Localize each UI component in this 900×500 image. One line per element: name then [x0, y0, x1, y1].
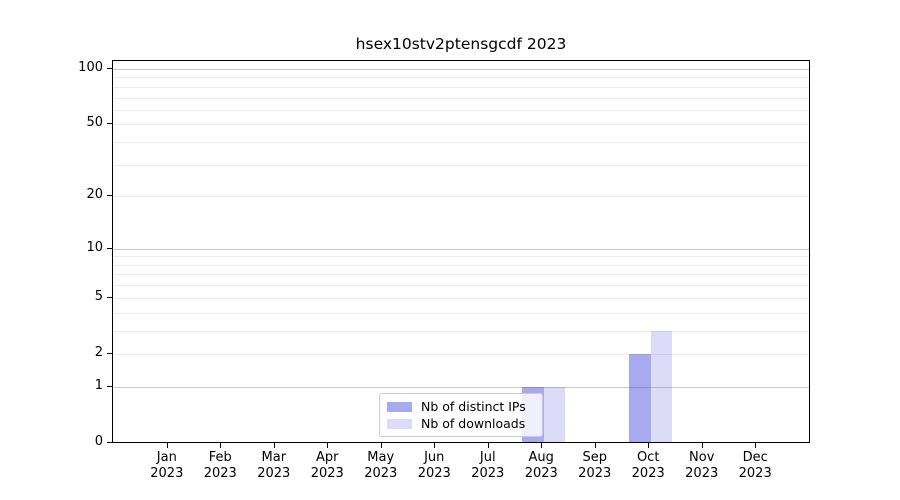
x-tick-mark [434, 443, 435, 448]
x-tick-mark [381, 443, 382, 448]
y-tick-label: 100 [43, 60, 103, 76]
gridline-minor [113, 354, 809, 355]
legend-swatch-icon [387, 402, 412, 412]
x-tick-mark [167, 443, 168, 448]
y-tick-mark [107, 353, 112, 354]
bar-distinct-ips-oct [629, 354, 651, 442]
x-tick-label-nov: Nov2023 [672, 450, 732, 482]
legend: Nb of distinct IPs Nb of downloads [379, 393, 543, 437]
x-tick-mark [595, 443, 596, 448]
y-tick-label: 5 [43, 289, 103, 305]
x-tick-mark [648, 443, 649, 448]
x-tick-mark [755, 443, 756, 448]
x-tick-mark [274, 443, 275, 448]
y-tick-mark [107, 297, 112, 298]
bar-downloads-aug [544, 387, 566, 442]
y-tick-mark [107, 386, 112, 387]
legend-item: Nb of downloads [387, 416, 535, 432]
gridline-major [113, 387, 809, 388]
gridline-minor [113, 331, 809, 332]
gridline-minor [113, 313, 809, 314]
legend-item: Nb of distinct IPs [387, 399, 535, 415]
gridline-minor [113, 142, 809, 143]
gridline-minor [113, 77, 809, 78]
x-tick-label-mar: Mar2023 [244, 450, 304, 482]
x-tick-label-dec: Dec2023 [725, 450, 785, 482]
x-tick-mark [702, 443, 703, 448]
y-tick-mark [107, 248, 112, 249]
legend-label: Nb of distinct IPs [421, 399, 526, 414]
x-tick-mark [327, 443, 328, 448]
x-tick-label-oct: Oct2023 [618, 450, 678, 482]
x-tick-label-may: May2023 [351, 450, 411, 482]
bar-downloads-oct [651, 331, 673, 442]
gridline-minor [113, 256, 809, 257]
gridline-major [113, 69, 809, 70]
x-tick-label-apr: Apr2023 [297, 450, 357, 482]
x-tick-label-jan: Jan2023 [137, 450, 197, 482]
x-tick-mark [541, 443, 542, 448]
gridline-minor [113, 196, 809, 197]
gridline-minor [113, 124, 809, 125]
y-tick-label: 50 [43, 115, 103, 131]
gridline-minor [113, 98, 809, 99]
gridline-minor [113, 298, 809, 299]
chart-title: hsex10stv2ptensgcdf 2023 [112, 35, 810, 53]
gridline-minor [113, 274, 809, 275]
gridline-major [113, 249, 809, 250]
y-tick-label: 20 [43, 187, 103, 203]
x-tick-label-sep: Sep2023 [565, 450, 625, 482]
plot-area [112, 60, 810, 443]
gridline-minor [113, 110, 809, 111]
y-tick-label: 2 [43, 345, 103, 361]
gridline-minor [113, 87, 809, 88]
gridline-minor [113, 165, 809, 166]
x-tick-label-jun: Jun2023 [404, 450, 464, 482]
y-tick-label: 0 [43, 434, 103, 450]
y-tick-mark [107, 123, 112, 124]
x-tick-mark [488, 443, 489, 448]
x-tick-mark [220, 443, 221, 448]
gridline-minor [113, 285, 809, 286]
legend-swatch-icon [387, 419, 412, 429]
gridline-minor [113, 265, 809, 266]
y-tick-label: 10 [43, 240, 103, 256]
y-tick-mark [107, 68, 112, 69]
x-tick-label-feb: Feb2023 [190, 450, 250, 482]
figure-canvas: hsex10stv2ptensgcdf 2023 0 1 2 5 10 20 50 100 Ja… [0, 0, 900, 500]
y-tick-mark [107, 195, 112, 196]
legend-label: Nb of downloads [421, 416, 525, 431]
x-tick-label-aug: Aug2023 [511, 450, 571, 482]
y-tick-label: 1 [43, 378, 103, 394]
x-tick-label-jul: Jul2023 [458, 450, 518, 482]
y-tick-mark [107, 442, 112, 443]
